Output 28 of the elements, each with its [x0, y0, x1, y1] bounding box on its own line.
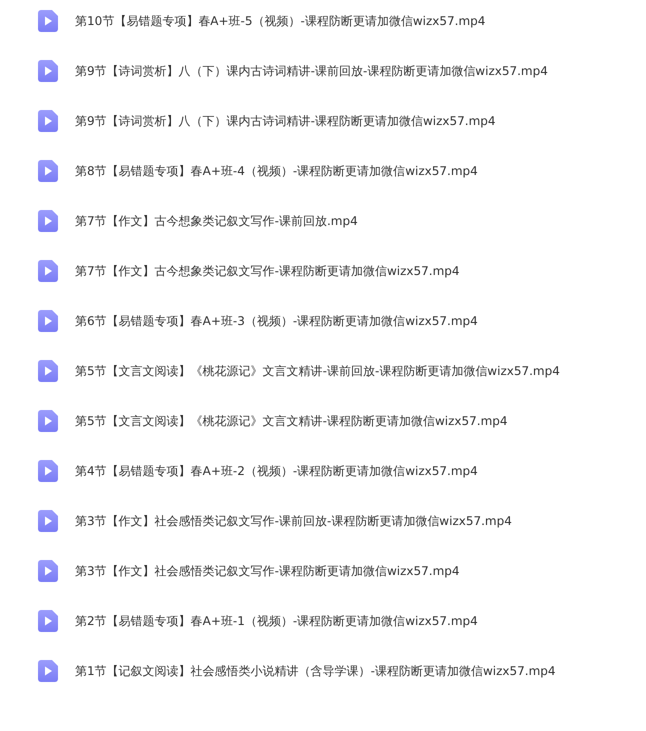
file-name[interactable]: 第3节【作文】社会感悟类记叙文写作-课前回放-课程防断更请加微信wizx57.mp4 [75, 512, 512, 530]
video-file-icon [38, 310, 58, 332]
video-file-icon [38, 560, 58, 582]
video-file-icon [38, 10, 58, 32]
video-file-icon [38, 260, 58, 282]
file-name[interactable]: 第2节【易错题专项】春A+班-1（视频）-课程防断更请加微信wizx57.mp4 [75, 612, 478, 630]
video-file-icon [38, 410, 58, 432]
file-name[interactable]: 第9节【诗词赏析】八（下）课内古诗词精讲-课程防断更请加微信wizx57.mp4 [75, 112, 496, 130]
video-file-icon [38, 110, 58, 132]
file-name[interactable]: 第6节【易错题专项】春A+班-3（视频）-课程防断更请加微信wizx57.mp4 [75, 312, 478, 330]
video-file-icon [38, 360, 58, 382]
file-name[interactable]: 第7节【作文】古今想象类记叙文写作-课前回放.mp4 [75, 212, 358, 230]
video-file-icon [38, 460, 58, 482]
file-name[interactable]: 第10节【易错题专项】春A+班-5（视频）-课程防断更请加微信wizx57.mp4 [75, 12, 486, 30]
video-file-icon [38, 660, 58, 682]
file-name[interactable]: 第3节【作文】社会感悟类记叙文写作-课程防断更请加微信wizx57.mp4 [75, 562, 460, 580]
file-name[interactable]: 第4节【易错题专项】春A+班-2（视频）-课程防断更请加微信wizx57.mp4 [75, 462, 478, 480]
video-file-icon [38, 60, 58, 82]
file-name[interactable]: 第7节【作文】古今想象类记叙文写作-课程防断更请加微信wizx57.mp4 [75, 262, 460, 280]
video-file-icon [38, 160, 58, 182]
file-name[interactable]: 第9节【诗词赏析】八（下）课内古诗词精讲-课前回放-课程防断更请加微信wizx57.mp4 [75, 62, 548, 80]
file-name[interactable]: 第5节【文言文阅读】《桃花源记》文言文精讲-课程防断更请加微信wizx57.mp4 [75, 412, 508, 430]
file-name[interactable]: 第1节【记叙文阅读】社会感悟类小说精讲（含导学课）-课程防断更请加微信wizx57.mp4 [75, 662, 556, 680]
file-name[interactable]: 第5节【文言文阅读】《桃花源记》文言文精讲-课前回放-课程防断更请加微信wizx57.mp4 [75, 362, 560, 380]
video-file-icon [38, 610, 58, 632]
video-file-icon [38, 510, 58, 532]
file-name[interactable]: 第8节【易错题专项】春A+班-4（视频）-课程防断更请加微信wizx57.mp4 [75, 162, 478, 180]
video-file-icon [38, 210, 58, 232]
